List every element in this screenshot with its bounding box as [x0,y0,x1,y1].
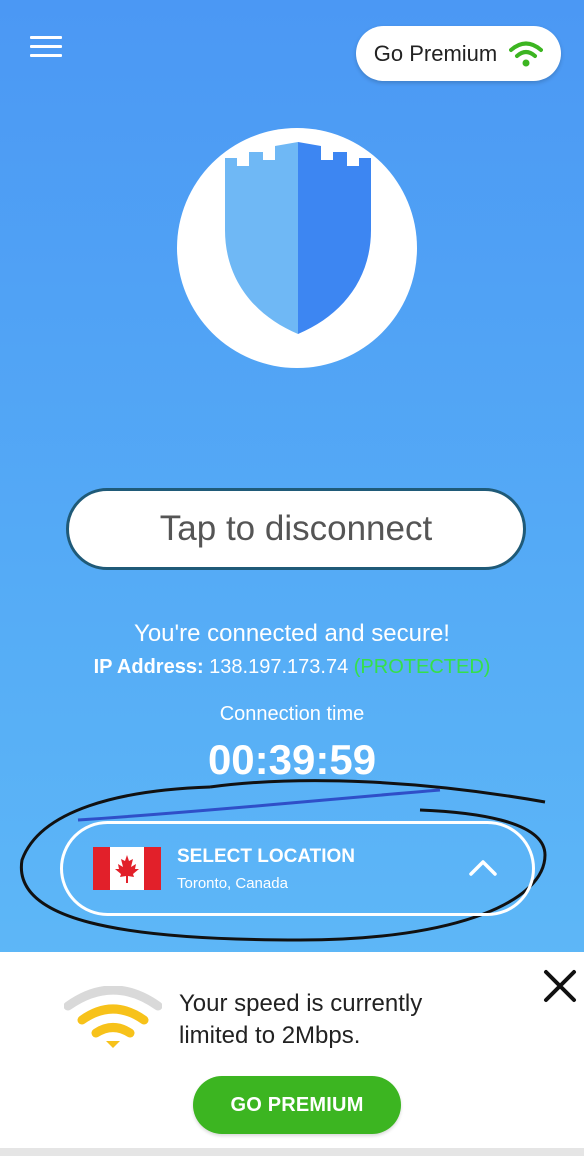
select-location-button[interactable]: SELECT LOCATION Toronto, Canada [60,821,535,916]
connection-timer: 00:39:59 [207,736,377,783]
ip-address-line: IP Address: 138.197.173.74 (PROTECTED) [0,656,584,679]
disconnect-button[interactable]: Tap to disconnect [66,488,526,570]
selected-location-name: Toronto, Canada [177,875,288,892]
ip-address-value: 138.197.173.74 [209,656,349,678]
upsell-banner: Your speed is currently limited to 2Mbps… [0,952,584,1156]
ip-protected-status: (PROTECTED) [353,656,491,678]
chevron-up-icon [469,860,497,876]
hamburger-menu-icon [30,36,62,39]
bottom-divider [0,1148,584,1156]
castle-shield-icon [225,142,371,334]
close-icon[interactable] [540,966,580,1006]
go-premium-label: GO PREMIUM [230,1093,364,1116]
ip-address-label: IP Address: [93,656,204,678]
connection-time-label: Connection time [219,703,365,725]
speed-limit-message: Your speed is currently limited to 2Mbps… [179,990,423,1049]
select-location-title: SELECT LOCATION [177,846,356,867]
menu-button[interactable] [30,36,62,58]
canada-flag-icon [93,847,161,890]
go-premium-header-button[interactable]: Go Premium [356,26,561,81]
go-premium-button[interactable]: GO PREMIUM [193,1076,401,1134]
wifi-icon [64,986,162,1048]
wifi-icon [509,41,544,66]
connection-status-message: You're connected and secure! [134,620,450,647]
go-premium-header-label: Go Premium [373,40,498,66]
app-logo [177,128,417,368]
disconnect-label: Tap to disconnect [159,509,433,548]
